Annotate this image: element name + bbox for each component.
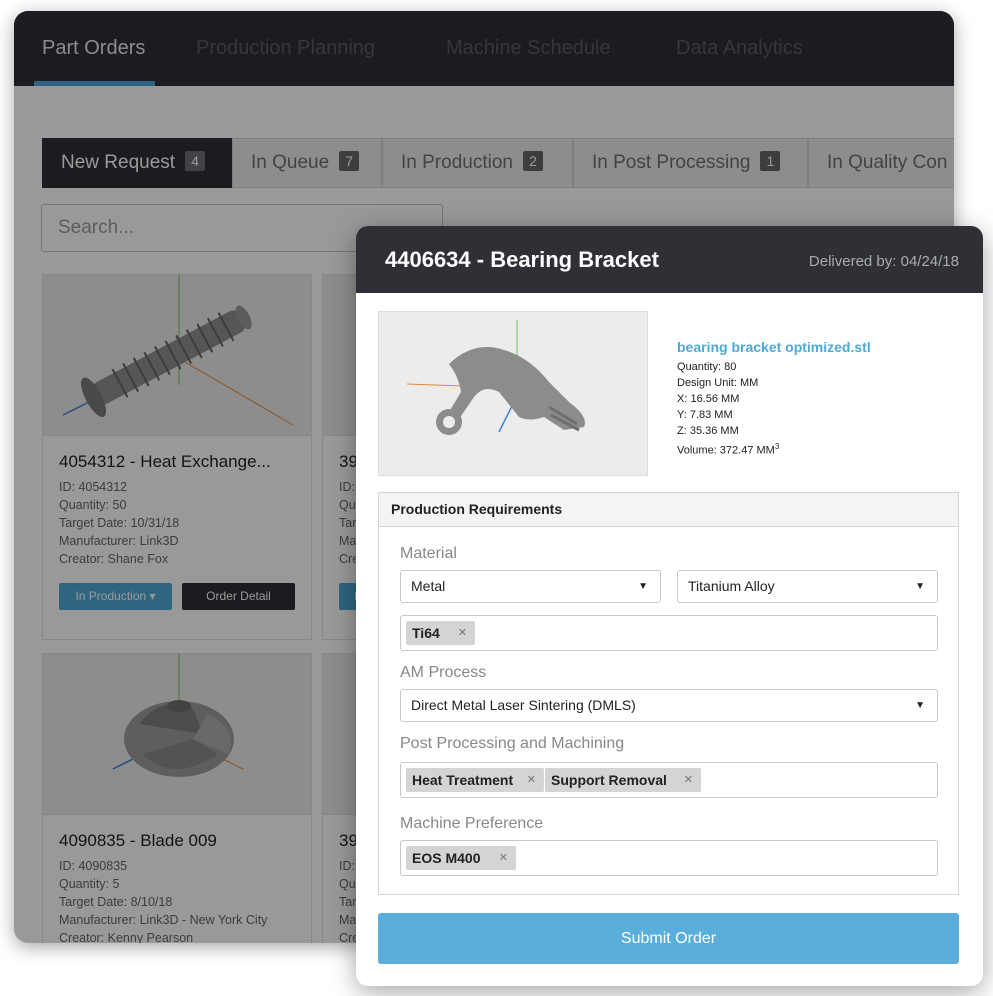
material-label: Material (400, 545, 457, 562)
tag-label: Heat Treatment (412, 772, 514, 788)
status-tab-label: In Queue (251, 152, 330, 173)
nav-tab-part-orders[interactable]: Part Orders (42, 37, 145, 60)
part-thumbnail (43, 654, 311, 815)
status-dropdown-button[interactable]: In Production ▾ (59, 583, 172, 610)
top-navigation: Part Orders Production Planning Machine … (14, 11, 954, 86)
am-process-value: Direct Metal Laser Sintering (DMLS) (411, 697, 636, 713)
status-tab-in-production[interactable]: In Production 2 (382, 138, 573, 188)
part-thumbnail (43, 275, 311, 436)
order-target-date: Target Date: 10/31/18 (59, 516, 180, 530)
status-tab-label: In Post Processing (592, 152, 751, 173)
volume-exponent: 3 (774, 442, 780, 451)
order-id: ID: 4054312 (59, 480, 128, 494)
material-alloy-value: Titanium Alloy (688, 578, 775, 594)
status-tab-label: In Production (401, 152, 513, 173)
tag-eos-m400: EOS M400 ✕ (406, 846, 516, 870)
tag-label: Ti64 (412, 625, 440, 641)
status-tab-in-post-processing[interactable]: In Post Processing 1 (573, 138, 808, 188)
am-process-label: AM Process (400, 664, 487, 681)
file-design-unit: Design Unit: MM (677, 377, 759, 389)
file-y: Y: 7.83 MM (677, 409, 733, 421)
count-badge: 7 (339, 151, 360, 171)
file-volume: Volume: 372.47 MM3 (677, 439, 871, 459)
post-processing-tags-input[interactable]: Heat Treatment ✕ Support Removal ✕ (400, 762, 938, 798)
nav-tab-data-analytics[interactable]: Data Analytics (676, 37, 803, 60)
file-z: Z: 35.36 MM (677, 425, 739, 437)
production-requirements: Production Requirements Material Metal ▼… (378, 492, 959, 895)
count-badge: 4 (185, 151, 206, 171)
order-creator: Creator: Shane Fox (59, 552, 169, 566)
order-title: 4054312 - Heat Exchange... (59, 452, 271, 471)
blade-model-image (112, 654, 244, 777)
modal-header: 4406634 - Bearing Bracket Delivered by: … (356, 226, 983, 293)
order-target-date: Target Date: 8/10/18 (59, 895, 173, 909)
close-icon[interactable]: ✕ (684, 768, 693, 792)
submit-order-button[interactable]: Submit Order (378, 913, 959, 964)
material-tags-input[interactable]: Ti64 ✕ (400, 615, 938, 651)
status-tabs: New Request 4 In Queue 7 In Production 2 In… (42, 138, 954, 188)
file-info: bearing bracket optimized.stl Quantity: … (677, 339, 871, 459)
caret-down-icon: ▼ (638, 581, 648, 592)
order-card[interactable]: 4054312 - Heat Exchange... ID: 4054312 Q… (42, 274, 312, 640)
order-detail-button[interactable]: Order Detail (182, 583, 295, 610)
file-name-link[interactable]: bearing bracket optimized.stl (677, 339, 871, 355)
status-tab-label: In Quality Con (827, 152, 948, 173)
file-x: X: 16.56 MM (677, 393, 740, 405)
file-quantity: Quantity: 80 (677, 361, 737, 373)
status-tab-label: New Request (61, 152, 176, 173)
machine-preference-label: Machine Preference (400, 815, 544, 832)
close-icon[interactable]: ✕ (527, 768, 536, 792)
bearing-bracket-model-image (406, 320, 585, 435)
caret-down-icon: ▼ (915, 700, 925, 711)
material-alloy-select[interactable]: Titanium Alloy ▼ (677, 570, 938, 603)
close-icon[interactable]: ✕ (499, 846, 508, 870)
tag-label: Support Removal (551, 772, 667, 788)
material-type-value: Metal (411, 578, 446, 594)
requirements-heading: Production Requirements (379, 493, 958, 527)
count-badge: 1 (760, 151, 781, 171)
order-manufacturer: Manufacturer: Link3D - New York City (59, 913, 268, 927)
order-card[interactable]: 4090835 - Blade 009 ID: 4090835 Quantity… (42, 653, 312, 943)
tag-support-removal: Support Removal ✕ (545, 768, 701, 792)
close-icon[interactable]: ✕ (458, 621, 467, 645)
delivered-date: Delivered by: 04/24/18 (808, 253, 959, 270)
status-tab-new-request[interactable]: New Request 4 (42, 138, 232, 188)
caret-down-icon: ▼ (915, 581, 925, 592)
material-type-select[interactable]: Metal ▼ (400, 570, 661, 603)
heat-exchanger-model-image (62, 275, 294, 426)
count-badge: 2 (522, 151, 543, 171)
tag-label: EOS M400 (412, 850, 481, 866)
am-process-select[interactable]: Direct Metal Laser Sintering (DMLS) ▼ (400, 689, 938, 722)
nav-tab-production-planning[interactable]: Production Planning (196, 37, 375, 60)
status-tab-in-quality-control[interactable]: In Quality Con (808, 138, 954, 188)
tag-heat-treatment: Heat Treatment ✕ (406, 768, 544, 792)
nav-tab-machine-schedule[interactable]: Machine Schedule (446, 37, 611, 60)
order-modal: 4406634 - Bearing Bracket Delivered by: … (356, 226, 983, 986)
post-processing-label: Post Processing and Machining (400, 735, 625, 752)
order-title: 4090835 - Blade 009 (59, 831, 217, 850)
order-quantity: Quantity: 50 (59, 498, 127, 512)
machine-preference-tags-input[interactable]: EOS M400 ✕ (400, 840, 938, 876)
file-volume-value: Volume: 372.47 MM (677, 444, 775, 457)
tag-ti64: Ti64 ✕ (406, 621, 475, 645)
part-preview (378, 311, 648, 476)
order-manufacturer: Manufacturer: Link3D (59, 534, 179, 548)
status-tab-in-queue[interactable]: In Queue 7 (232, 138, 382, 188)
modal-title: 4406634 - Bearing Bracket (385, 247, 659, 272)
order-quantity: Quantity: 5 (59, 877, 120, 891)
order-creator: Creator: Kenny Pearson (59, 931, 194, 943)
order-id: ID: 4090835 (59, 859, 128, 873)
